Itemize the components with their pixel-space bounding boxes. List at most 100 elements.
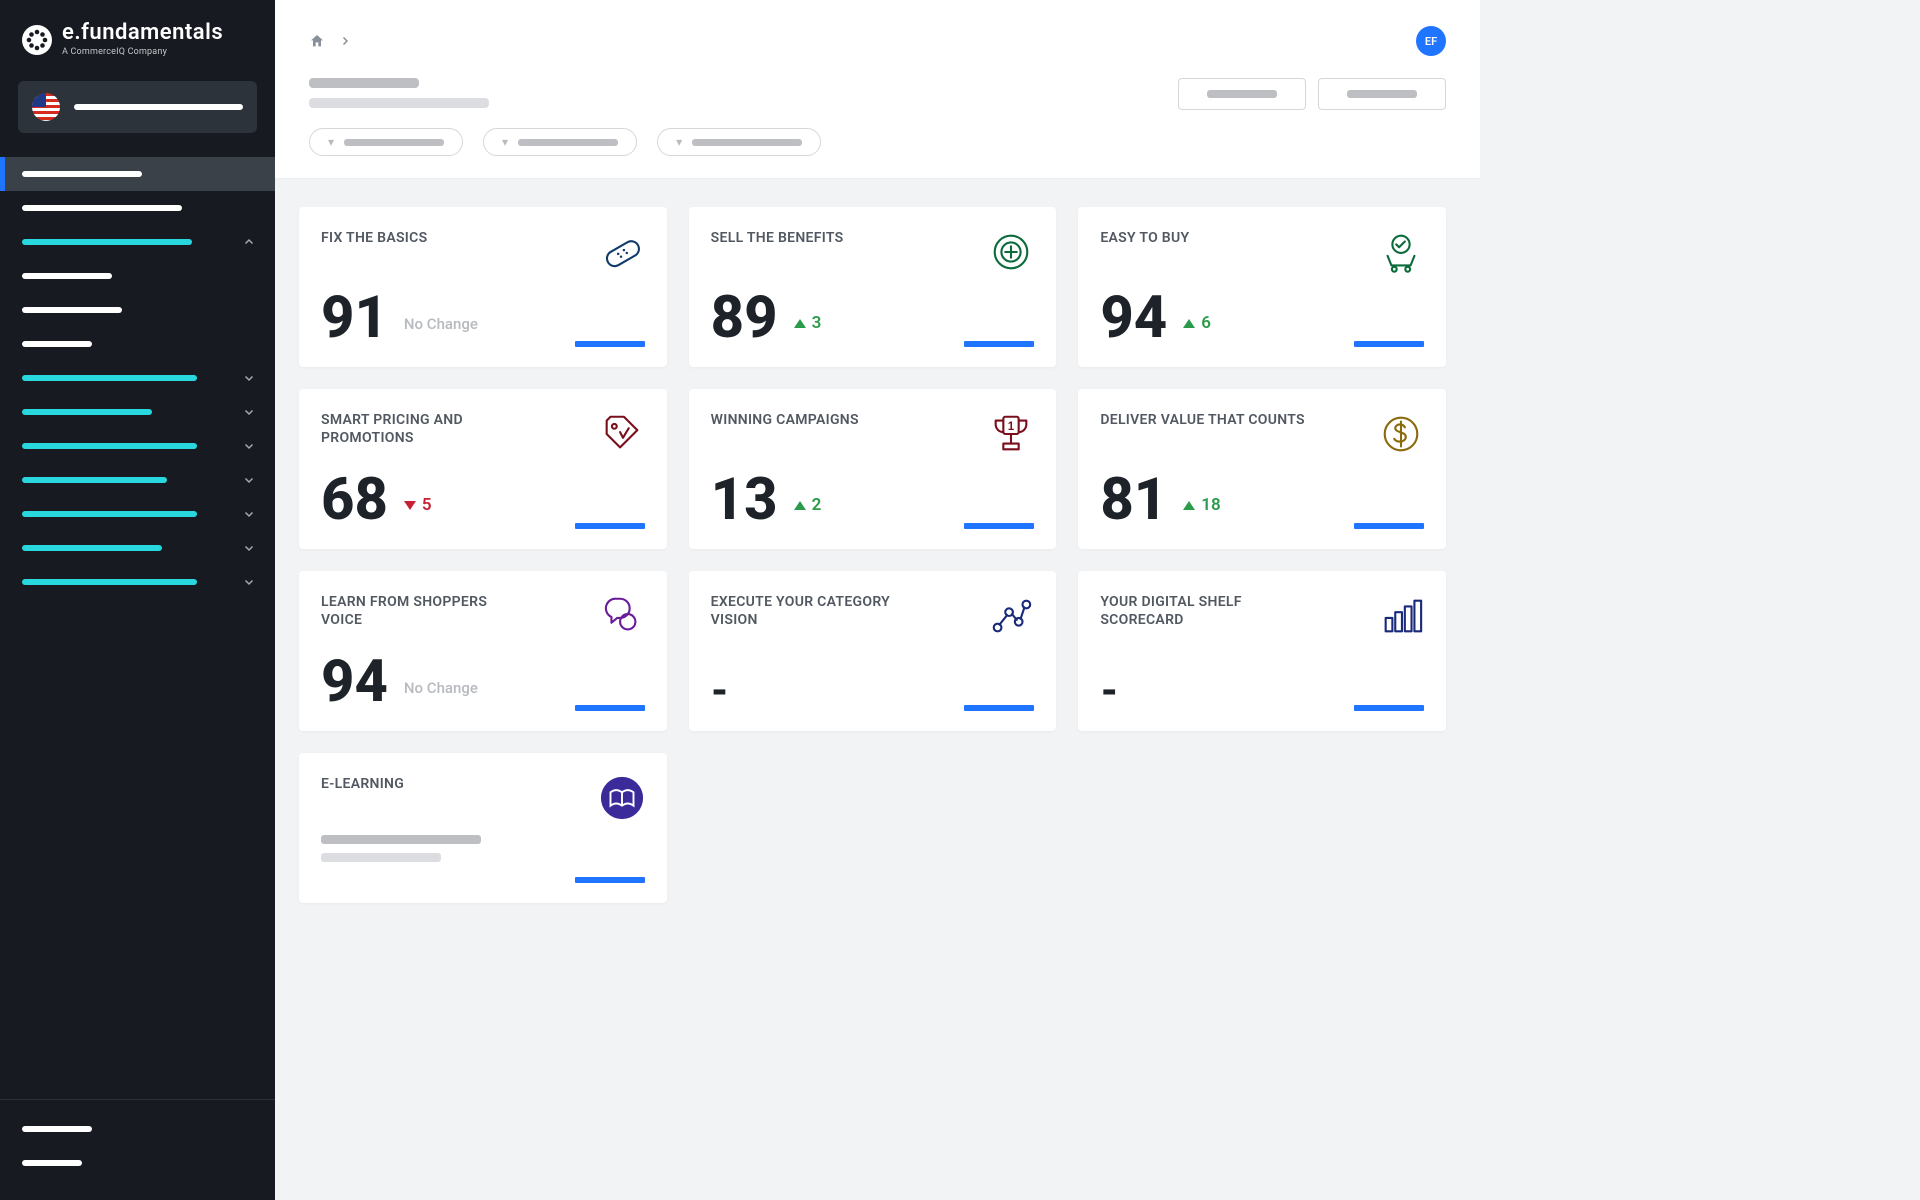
avatar[interactable]: EF <box>1416 26 1446 56</box>
trophy-icon: 1 <box>988 411 1034 457</box>
sidebar-item-1[interactable] <box>0 191 275 225</box>
card-delta: 18 <box>1183 495 1220 529</box>
svg-text:1: 1 <box>1008 421 1015 433</box>
filter-pill-0[interactable]: ▾ <box>309 128 463 156</box>
topbar: EF ▾ ▾ ▾ <box>275 0 1480 179</box>
sidebar-item-2[interactable] <box>0 225 275 259</box>
score-card[interactable]: WINNING CAMPAIGNS 1 13 2 <box>689 389 1057 549</box>
book-icon <box>599 775 645 821</box>
sidebar-item-7[interactable] <box>0 395 275 429</box>
card-title: EXECUTE YOUR CATEGORY VISION <box>711 593 921 629</box>
home-icon[interactable] <box>309 33 325 49</box>
sidebar-footer-item-0[interactable] <box>0 1112 275 1146</box>
card-title: WINNING CAMPAIGNS <box>711 411 859 429</box>
bars-icon <box>1378 593 1424 639</box>
tag-icon <box>599 411 645 457</box>
nav-label-placeholder <box>22 375 197 381</box>
breadcrumb <box>309 33 351 49</box>
nav-label-placeholder <box>22 239 192 245</box>
card-score: 81 <box>1100 471 1167 529</box>
card-delta: 2 <box>794 495 822 529</box>
logo-mark-icon <box>22 25 52 55</box>
card-title: SMART PRICING AND PROMOTIONS <box>321 411 531 447</box>
sidebar-item-12[interactable] <box>0 565 275 599</box>
nav-label-placeholder <box>22 171 142 177</box>
chevron-down-icon <box>243 474 255 486</box>
sidebar-item-6[interactable] <box>0 361 275 395</box>
sidebar-item-10[interactable] <box>0 497 275 531</box>
chevron-down-icon <box>243 542 255 554</box>
card-score: - <box>1100 671 1120 711</box>
chevron-down-icon <box>243 440 255 452</box>
brand-tagline: A CommerceIQ Company <box>62 48 223 57</box>
card-score: 94 <box>321 653 388 711</box>
nav-label-placeholder <box>22 477 167 483</box>
nav-label-placeholder <box>22 409 152 415</box>
main-content: EF ▾▾▾ FIX THE BASICS91No ChangeSELL THE… <box>275 0 1480 943</box>
nav-label-placeholder <box>22 307 122 313</box>
nav-label-placeholder <box>22 273 112 279</box>
card-title: DELIVER VALUE THAT COUNTS <box>1100 411 1305 429</box>
card-score: - <box>711 671 731 711</box>
card-score: 91 <box>321 289 388 347</box>
score-card[interactable]: LEARN FROM SHOPPERS VOICE94No Change <box>299 571 667 731</box>
chevron-right-icon <box>339 35 351 47</box>
action-button-1[interactable] <box>1178 78 1306 110</box>
sparkline <box>575 705 645 711</box>
card-title: E-LEARNING <box>321 775 404 793</box>
brand-name: e.fundamentals <box>62 22 223 44</box>
score-card[interactable]: SMART PRICING AND PROMOTIONS 68 5 <box>299 389 667 549</box>
country-selector[interactable] <box>18 81 257 133</box>
sidebar-item-0[interactable] <box>0 157 275 191</box>
nav-label-placeholder <box>22 511 197 517</box>
sidebar-item-8[interactable] <box>0 429 275 463</box>
cards-grid: FIX THE BASICS91No ChangeSELL THE BENEFI… <box>275 179 1480 903</box>
filter-pill-1[interactable]: ▾ <box>483 128 637 156</box>
sidebar-item-3[interactable] <box>0 259 275 293</box>
funnel-icon: ▾ <box>328 135 334 149</box>
card-delta: No Change <box>404 679 478 711</box>
sparkline <box>575 877 645 883</box>
funnel-icon: ▾ <box>676 135 682 149</box>
chevron-down-icon <box>243 576 255 588</box>
sidebar-separator <box>0 1099 275 1100</box>
score-card[interactable]: DELIVER VALUE THAT COUNTS 81 18 <box>1078 389 1446 549</box>
sparkline <box>964 705 1034 711</box>
card-delta: No Change <box>404 315 478 347</box>
card-title: SELL THE BENEFITS <box>711 229 844 247</box>
score-card[interactable]: SELL THE BENEFITS893 <box>689 207 1057 367</box>
card-title: YOUR DIGITAL SHELF SCORECARD <box>1100 593 1310 629</box>
nav-label-placeholder <box>22 205 182 211</box>
score-card[interactable]: E-LEARNING <box>299 753 667 903</box>
nav-label-placeholder <box>22 545 162 551</box>
sparkline <box>575 341 645 347</box>
sidebar-item-11[interactable] <box>0 531 275 565</box>
page-title-block <box>309 78 489 108</box>
score-card[interactable]: EXECUTE YOUR CATEGORY VISION - <box>689 571 1057 731</box>
action-button-2[interactable] <box>1318 78 1446 110</box>
sidebar-footer <box>0 1112 275 1200</box>
score-card[interactable]: EASY TO BUY946 <box>1078 207 1446 367</box>
filters-row: ▾ ▾ ▾ <box>309 128 1446 156</box>
nav-label-placeholder <box>22 443 197 449</box>
sparkline <box>575 523 645 529</box>
card-score: 94 <box>1100 289 1167 347</box>
sidebar-item-4[interactable] <box>0 293 275 327</box>
score-card[interactable]: YOUR DIGITAL SHELF SCORECARD - <box>1078 571 1446 731</box>
sidebar-item-9[interactable] <box>0 463 275 497</box>
chevron-down-icon <box>243 406 255 418</box>
chevron-up-icon <box>243 236 255 248</box>
card-delta: 5 <box>404 495 432 529</box>
sidebar-footer-item-1[interactable] <box>0 1146 275 1180</box>
sidebar-item-5[interactable] <box>0 327 275 361</box>
filter-pill-2[interactable]: ▾ <box>657 128 821 156</box>
card-score: 13 <box>711 471 778 529</box>
sparkline <box>964 523 1034 529</box>
score-card[interactable]: FIX THE BASICS91No Change <box>299 207 667 367</box>
cart-check-icon <box>1378 229 1424 275</box>
flag-us-icon <box>32 93 60 121</box>
card-delta: 3 <box>794 313 822 347</box>
card-score: 68 <box>321 471 388 529</box>
chat-icon <box>599 593 645 639</box>
funnel-icon: ▾ <box>502 135 508 149</box>
